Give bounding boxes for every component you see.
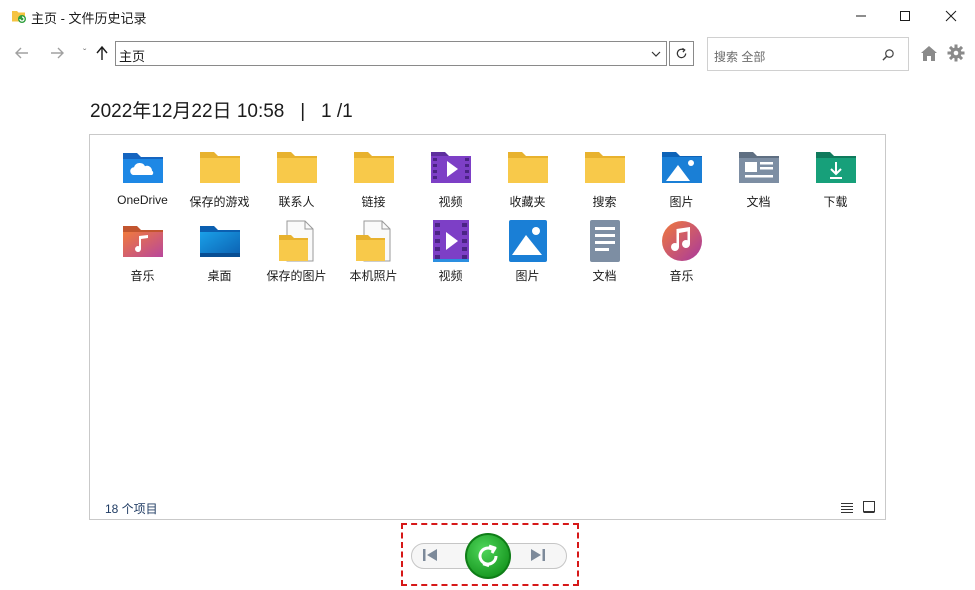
next-version-button[interactable] <box>529 547 547 568</box>
folder-icon <box>504 145 552 189</box>
item-label: 音乐 <box>669 269 694 283</box>
address-bar[interactable]: 主页 <box>115 41 667 66</box>
forward-button[interactable] <box>46 42 68 64</box>
list-item[interactable]: 保存的游戏 <box>181 145 258 219</box>
address-text: 主页 <box>119 49 146 64</box>
item-label: 下载 <box>823 195 848 209</box>
onedrive-folder-icon <box>119 145 167 189</box>
navigation-bar: ˇ 主页 搜索 全部 <box>0 36 975 71</box>
downloads-folder-icon <box>812 145 860 189</box>
item-label: 链接 <box>361 195 386 209</box>
back-button[interactable] <box>11 42 33 64</box>
folder-icon <box>350 145 398 189</box>
pictures-folder-icon <box>658 145 706 189</box>
list-item[interactable]: 视频 <box>412 145 489 219</box>
pictures-library-icon <box>504 219 552 263</box>
window-title: 主页 - 文件历史记录 <box>31 11 147 26</box>
folder-file-icon <box>273 219 321 263</box>
item-label: 保存的图片 <box>266 269 327 283</box>
item-label: 图片 <box>669 195 694 209</box>
up-button[interactable] <box>91 42 113 64</box>
maximize-button[interactable] <box>882 0 928 32</box>
search-placeholder: 搜索 全部 <box>714 50 766 64</box>
item-label: 视频 <box>438 269 463 283</box>
list-item[interactable]: 图片 <box>643 145 720 219</box>
list-item[interactable]: 收藏夹 <box>489 145 566 219</box>
folder-icon <box>581 145 629 189</box>
documents-library-icon <box>581 219 629 263</box>
chevron-down-icon <box>651 51 661 57</box>
list-item[interactable]: 文档 <box>566 219 643 293</box>
folder-icon <box>273 145 321 189</box>
title-bar: 主页 - 文件历史记录 <box>0 0 975 32</box>
desktop-folder-icon <box>196 219 244 263</box>
item-label: 联系人 <box>278 195 315 209</box>
list-item[interactable]: 联系人 <box>258 145 335 219</box>
arrow-up-icon <box>96 45 108 60</box>
backup-date: 2022年12月22日 10:58 <box>90 101 285 122</box>
list-item[interactable]: 音乐 <box>643 219 720 293</box>
restore-controls-highlight <box>401 523 579 586</box>
close-button[interactable] <box>928 0 974 32</box>
music-folder-icon <box>119 219 167 263</box>
item-label: 视频 <box>438 195 463 209</box>
restore-button[interactable] <box>463 531 513 581</box>
item-label: 文档 <box>592 269 617 283</box>
search-box[interactable]: 搜索 全部 <box>707 37 909 71</box>
minimize-button[interactable] <box>838 0 884 32</box>
item-count: 18 个项目 <box>105 502 158 516</box>
skip-forward-icon <box>531 549 545 561</box>
list-item[interactable]: 链接 <box>335 145 412 219</box>
address-dropdown-button[interactable] <box>646 42 666 65</box>
skip-back-icon <box>423 549 437 561</box>
item-label: 搜索 <box>592 195 617 209</box>
recent-locations-dropdown[interactable]: ˇ <box>83 48 86 59</box>
refresh-icon <box>676 47 687 59</box>
list-item[interactable]: 搜索 <box>566 145 643 219</box>
item-label: 保存的游戏 <box>189 195 250 209</box>
list-item[interactable]: 音乐 <box>104 219 181 293</box>
item-grid: OneDrive 保存的游戏 联系人 链接 视频 收藏夹 搜索 图片 文档 下载… <box>104 145 884 293</box>
item-label: 图片 <box>515 269 540 283</box>
list-item[interactable]: 保存的图片 <box>258 219 335 293</box>
backup-date-header: 2022年12月22日 10:58 | 1 /1 <box>90 96 353 123</box>
list-item[interactable]: OneDrive <box>104 145 181 219</box>
home-icon[interactable] <box>920 45 938 67</box>
arrow-left-icon <box>15 47 28 59</box>
restore-icon <box>465 533 511 579</box>
folder-icon <box>196 145 244 189</box>
details-view-icon[interactable] <box>840 501 854 519</box>
music-library-icon <box>658 219 706 263</box>
videos-library-icon <box>427 219 475 263</box>
backup-contents-panel: OneDrive 保存的游戏 联系人 链接 视频 收藏夹 搜索 图片 文档 下载… <box>89 134 886 520</box>
large-icons-view-icon[interactable] <box>862 500 876 519</box>
list-item[interactable]: 文档 <box>720 145 797 219</box>
previous-version-button[interactable] <box>421 547 439 568</box>
item-label: OneDrive <box>117 193 168 207</box>
list-item[interactable]: 桌面 <box>181 219 258 293</box>
backup-page-indicator: 1 /1 <box>321 101 353 122</box>
file-history-app-icon <box>11 8 27 24</box>
item-label: 本机照片 <box>349 269 398 283</box>
list-item[interactable]: 本机照片 <box>335 219 412 293</box>
list-item[interactable]: 视频 <box>412 219 489 293</box>
item-label: 音乐 <box>130 269 155 283</box>
item-label: 桌面 <box>207 269 232 283</box>
folder-file-icon <box>350 219 398 263</box>
search-icon[interactable] <box>882 48 895 66</box>
gear-icon[interactable] <box>947 44 965 67</box>
item-label: 收藏夹 <box>509 195 546 209</box>
header-separator: | <box>300 101 306 122</box>
refresh-button[interactable] <box>669 41 694 66</box>
videos-folder-icon <box>427 145 475 189</box>
arrow-right-icon <box>51 47 64 59</box>
item-label: 文档 <box>746 195 771 209</box>
list-item[interactable]: 下载 <box>797 145 874 219</box>
list-item[interactable]: 图片 <box>489 219 566 293</box>
documents-folder-icon <box>735 145 783 189</box>
